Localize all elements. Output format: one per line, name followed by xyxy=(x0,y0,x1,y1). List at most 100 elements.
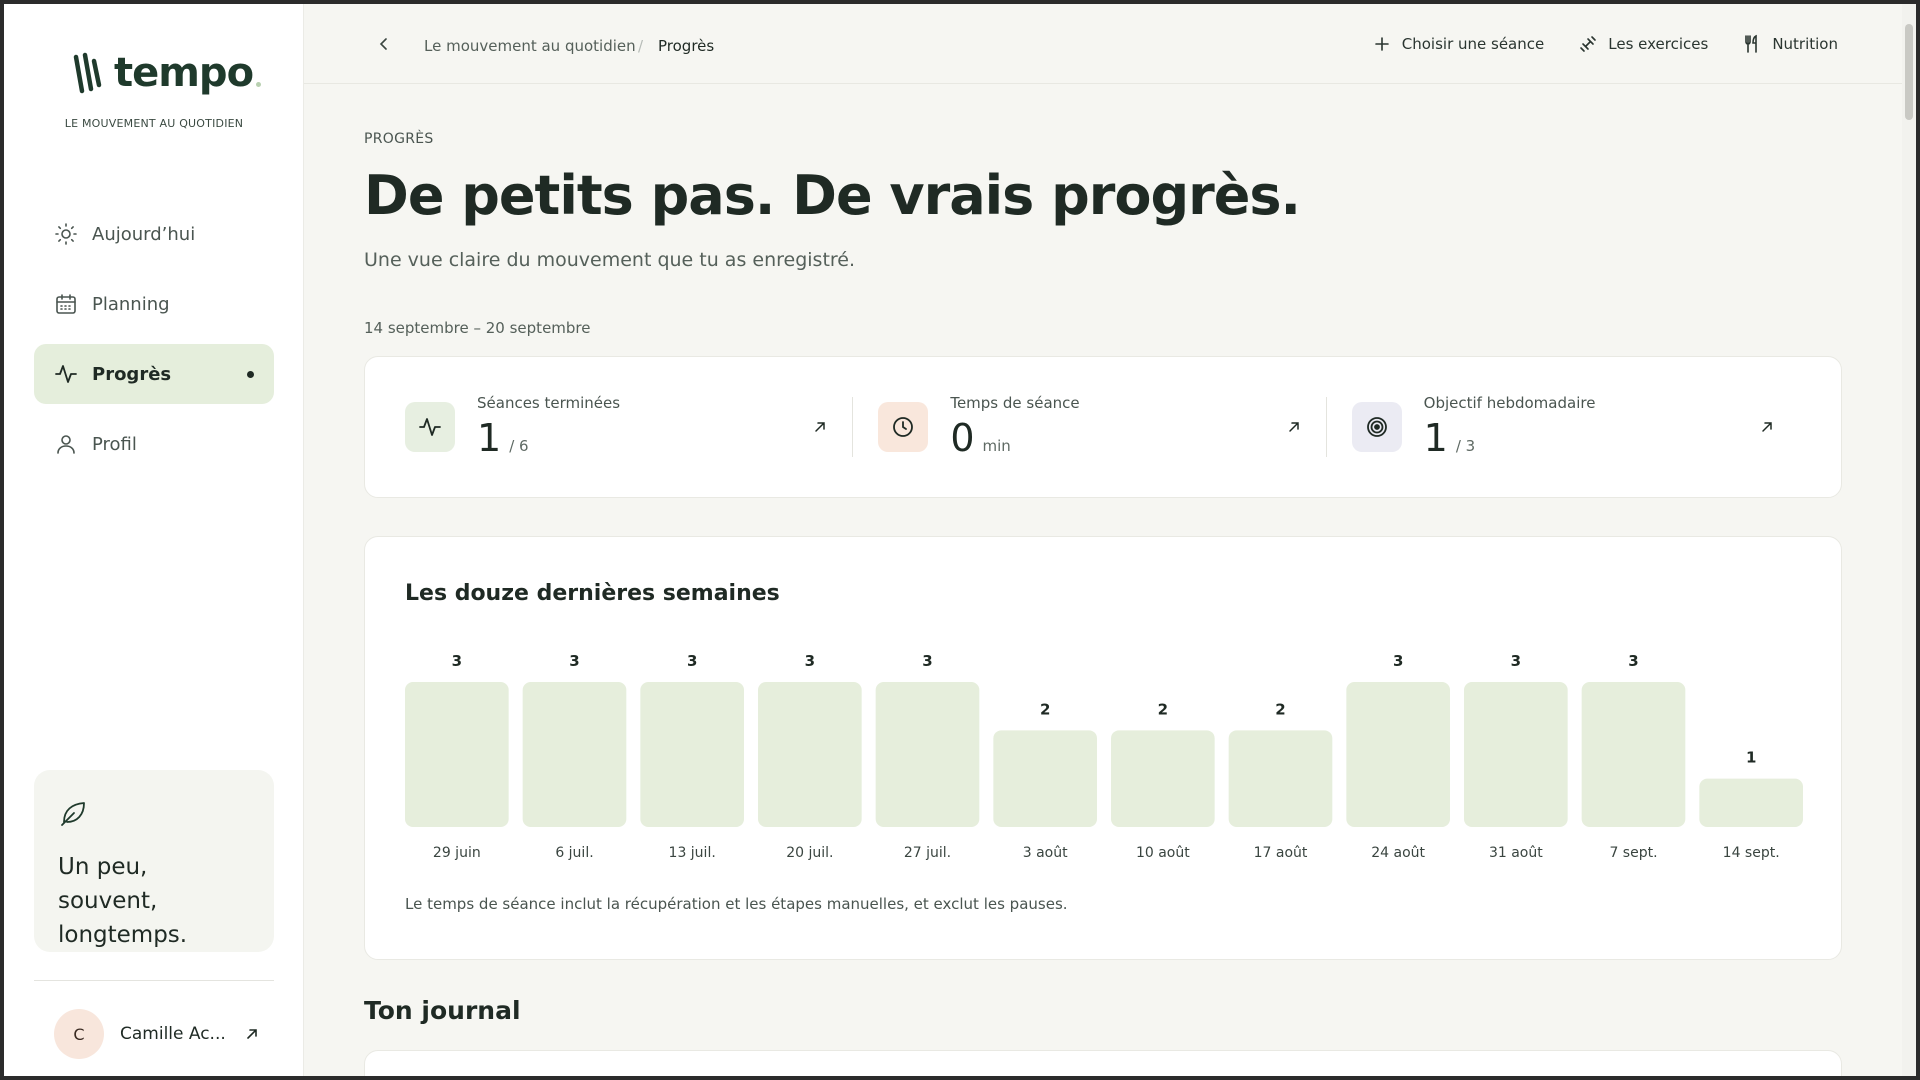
arrow-up-right-icon[interactable] xyxy=(1759,419,1775,435)
sidebar-nav: Aujourd’hui Planning Progrès Profil xyxy=(34,204,274,484)
sidebar-item-profile[interactable]: Profil xyxy=(34,414,274,474)
external-link-icon xyxy=(246,1029,257,1039)
journal-title: Ton journal xyxy=(364,996,521,1025)
scrollbar-thumb[interactable] xyxy=(1905,24,1913,120)
x-tick-label: 7 sept. xyxy=(1609,845,1657,861)
activity-icon xyxy=(419,418,441,436)
nutrition-button[interactable]: Nutrition xyxy=(1742,34,1838,54)
choose-session-label: Choisir une séance xyxy=(1401,35,1545,53)
active-indicator xyxy=(247,370,254,378)
brand-tagline: LE MOUVEMENT AU QUOTIDIEN xyxy=(64,117,244,130)
exercises-button[interactable]: Les exercices xyxy=(1578,34,1708,54)
stat-value: 0 min xyxy=(950,416,1079,460)
x-tick-label: 14 sept. xyxy=(1723,845,1780,861)
tempo-logo-icon xyxy=(73,52,102,94)
bar-value-label: 3 xyxy=(1628,652,1638,670)
stat-body: Séances terminées 1 / 6 xyxy=(477,394,620,460)
x-tick-label: 24 août xyxy=(1371,845,1425,861)
nutrition-label: Nutrition xyxy=(1772,35,1838,53)
stat-weekly-goal[interactable]: Objectif hebdomadaire 1 / 3 xyxy=(1325,394,1801,460)
sidebar: tempo LE MOUVEMENT AU QUOTIDIEN Aujourd’… xyxy=(4,4,304,1076)
bar-value-label: 2 xyxy=(1275,700,1285,718)
sidebar-item-today[interactable]: Aujourd’hui xyxy=(34,204,274,264)
user-name: Camille Ac... xyxy=(120,1024,226,1044)
chart-bar[interactable] xyxy=(1464,682,1568,827)
sidebar-item-planning[interactable]: Planning xyxy=(34,274,274,334)
app-window: tempo LE MOUVEMENT AU QUOTIDIEN Aujourd’… xyxy=(4,4,1916,1076)
activity-icon xyxy=(55,365,77,383)
stat-divider xyxy=(852,397,854,457)
stat-number: 1 xyxy=(1423,416,1448,460)
arrow-up-right-icon[interactable] xyxy=(812,419,828,435)
chevron-left-icon[interactable] xyxy=(376,36,392,52)
sun-icon xyxy=(55,223,77,245)
stat-label: Objectif hebdomadaire xyxy=(1423,394,1596,412)
bar-value-label: 2 xyxy=(1040,700,1050,718)
stat-unit: min xyxy=(982,437,1011,455)
weeks-bar-chart: 3 29 juin 3 6 juil. 3 13 juil. 3 20 juil. 3 27 ju… xyxy=(405,652,1803,861)
main-content: Le mouvement au quotidien / Progrès Choi… xyxy=(304,4,1916,1076)
bar-value-label: 2 xyxy=(1158,700,1168,718)
page-title: De petits pas. De vrais progrès. xyxy=(364,164,1301,227)
stat-value: 1 / 3 xyxy=(1424,416,1596,460)
stat-icon-bg xyxy=(405,402,455,452)
stat-label: Temps de séance xyxy=(950,394,1080,412)
bar-value-label: 3 xyxy=(687,652,697,670)
sidebar-item-label: Aujourd’hui xyxy=(92,223,196,245)
user-icon xyxy=(57,435,75,454)
chart-bar[interactable] xyxy=(1699,778,1803,827)
chart-bar[interactable] xyxy=(875,682,980,827)
topbar: Le mouvement au quotidien / Progrès Choi… xyxy=(304,4,1906,84)
x-tick-label: 10 août xyxy=(1136,845,1190,861)
journal-card xyxy=(364,1050,1842,1076)
stat-number: 0 xyxy=(950,416,975,460)
x-tick-label: 6 juil. xyxy=(555,845,593,861)
date-range: 14 septembre – 20 septembre xyxy=(364,319,591,337)
x-tick-label: 31 août xyxy=(1489,845,1543,861)
stat-icon-bg xyxy=(878,402,929,452)
chart-bar[interactable] xyxy=(405,682,509,827)
arrow-up-right-icon[interactable] xyxy=(1286,419,1302,435)
chart-bar[interactable] xyxy=(993,730,1097,827)
stat-number: 1 xyxy=(477,416,502,460)
bar-value-label: 1 xyxy=(1746,749,1756,767)
stat-body: Objectif hebdomadaire 1 / 3 xyxy=(1424,394,1596,460)
page-eyebrow: PROGRÈS xyxy=(364,131,434,147)
sidebar-item-progress[interactable]: Progrès xyxy=(34,344,274,404)
stats-card: Séances terminées 1 / 6 Temps de séance … xyxy=(364,356,1842,498)
chart-bar[interactable] xyxy=(522,682,627,827)
chart-bar[interactable] xyxy=(640,682,744,827)
stat-sessions[interactable]: Séances terminées 1 / 6 xyxy=(405,394,854,460)
chart-bar[interactable] xyxy=(1581,682,1686,827)
bar-value-label: 3 xyxy=(805,652,815,670)
leaf-icon xyxy=(61,802,85,826)
stat-label: Séances terminées xyxy=(477,394,621,412)
bar-value-label: 3 xyxy=(922,652,932,670)
stat-session-time[interactable]: Temps de séance 0 min xyxy=(852,394,1327,460)
stat-unit: / 6 xyxy=(509,437,529,455)
plus-icon xyxy=(1374,37,1389,51)
user-profile-link[interactable]: C Camille Ac... xyxy=(54,1009,260,1059)
stat-icon-bg xyxy=(1351,402,1402,452)
breadcrumb-separator: / xyxy=(638,37,644,55)
breadcrumb-parent[interactable]: Le mouvement au quotidien xyxy=(424,37,636,55)
scrollbar[interactable] xyxy=(1902,4,1916,1076)
x-tick-label: 27 juil. xyxy=(904,845,951,861)
calendar-icon xyxy=(56,294,76,314)
chart-bar[interactable] xyxy=(1111,730,1215,827)
chart-bar[interactable] xyxy=(1346,682,1450,827)
chart-note: Le temps de séance inclut la récupératio… xyxy=(405,895,1068,913)
chart-bar[interactable] xyxy=(758,682,862,827)
exercises-label: Les exercices xyxy=(1608,35,1709,53)
x-tick-label: 13 juil. xyxy=(669,845,716,861)
chart-bar[interactable] xyxy=(1228,730,1333,827)
bar-value-label: 3 xyxy=(569,652,579,670)
bar-value-label: 3 xyxy=(452,652,462,670)
stat-divider xyxy=(1325,397,1327,457)
x-tick-label: 3 août xyxy=(1023,845,1068,861)
choose-session-button[interactable]: Choisir une séance xyxy=(1372,34,1544,54)
stat-body: Temps de séance 0 min xyxy=(950,394,1079,460)
x-tick-label: 20 juil. xyxy=(786,845,833,861)
sidebar-item-label: Profil xyxy=(92,433,137,455)
brand-logo[interactable]: tempo xyxy=(70,50,262,96)
